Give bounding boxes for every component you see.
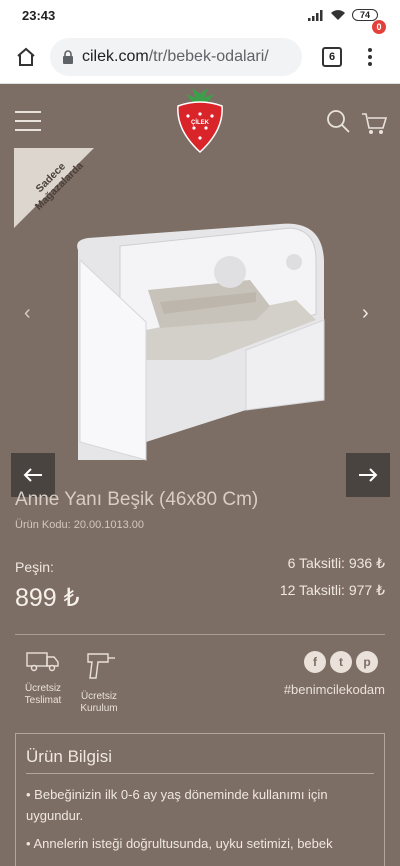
gallery-prev-chevron-icon[interactable]: ‹ [24, 302, 31, 325]
cilek-logo[interactable]: ÇİLEK [172, 88, 228, 154]
social-share: f t p [304, 651, 378, 673]
menu-icon[interactable] [15, 111, 41, 131]
search-icon[interactable] [325, 108, 351, 134]
browser-toolbar: cilek.com/tr/bebek-odalari/ 6 [0, 30, 400, 84]
product-title: Anne Yanı Beşik (46x80 Cm) [15, 489, 259, 510]
feature-free-assembly: Ücretsiz Kurulum [74, 650, 124, 715]
cash-price: 899 ₺ [15, 584, 80, 612]
list-item: Bebeğinizin ilk 0-6 ay yaş döneminde kul… [26, 784, 374, 826]
cart-icon[interactable] [360, 108, 388, 136]
product-code: Ürün Kodu: 20.00.1013.00 [15, 519, 145, 531]
battery-icon: 74 [352, 9, 378, 21]
cash-price-label: Peşin: [15, 559, 54, 575]
product-info-title[interactable]: Ürün Bilgisi [26, 747, 112, 767]
logo-text: ÇİLEK [191, 119, 210, 126]
product-image [77, 223, 325, 461]
gallery-next-button[interactable] [346, 453, 390, 497]
tab-switcher-button[interactable]: 6 [322, 46, 342, 67]
drill-icon [87, 653, 115, 679]
url-path: /tr/bebek-odalari/ [148, 47, 269, 65]
facebook-icon[interactable]: f [304, 651, 326, 673]
wifi-icon [331, 10, 345, 20]
feature-label: Ücretsiz Teslimat [24, 683, 62, 706]
url-domain: cilek.com [82, 47, 149, 65]
status-icons: 74 [308, 9, 378, 21]
feature-free-delivery: Ücretsiz Teslimat [18, 650, 68, 707]
lock-icon [63, 49, 73, 64]
divider [15, 634, 385, 635]
twitter-icon[interactable]: t [330, 651, 352, 673]
hashtag[interactable]: #benimcilekodam [284, 682, 385, 697]
status-time: 23:43 [22, 7, 56, 23]
installment-6: 6 Taksitli: 936 ₺ [287, 555, 385, 571]
address-bar[interactable]: cilek.com/tr/bebek-odalari/ [50, 37, 302, 76]
arrow-right-icon [359, 468, 378, 482]
info-divider [26, 773, 374, 774]
cart-count-badge: 0 [372, 20, 386, 34]
product-info-box: Ürün Bilgisi Bebeğinizin ilk 0-6 ay yaş … [15, 733, 385, 866]
product-info-list: Bebeğinizin ilk 0-6 ay yaş döneminde kul… [26, 784, 374, 861]
pinterest-icon[interactable]: p [356, 651, 378, 673]
truck-icon [26, 652, 59, 672]
feature-label: Ücretsiz Kurulum [80, 691, 118, 714]
status-bar: 23:43 74 [0, 0, 400, 30]
signal-icon [308, 9, 323, 21]
browser-menu-button[interactable] [350, 37, 390, 77]
url-text: cilek.com/tr/bebek-odalari/ [82, 48, 269, 66]
installment-12: 12 Taksitli: 977 ₺ [279, 582, 385, 598]
list-item: Annelerin isteği doğrultusunda, uyku set… [26, 833, 374, 854]
gallery-next-chevron-icon[interactable]: › [362, 302, 369, 325]
home-icon [17, 47, 35, 66]
home-button[interactable] [2, 33, 50, 81]
arrow-left-icon [23, 468, 42, 482]
